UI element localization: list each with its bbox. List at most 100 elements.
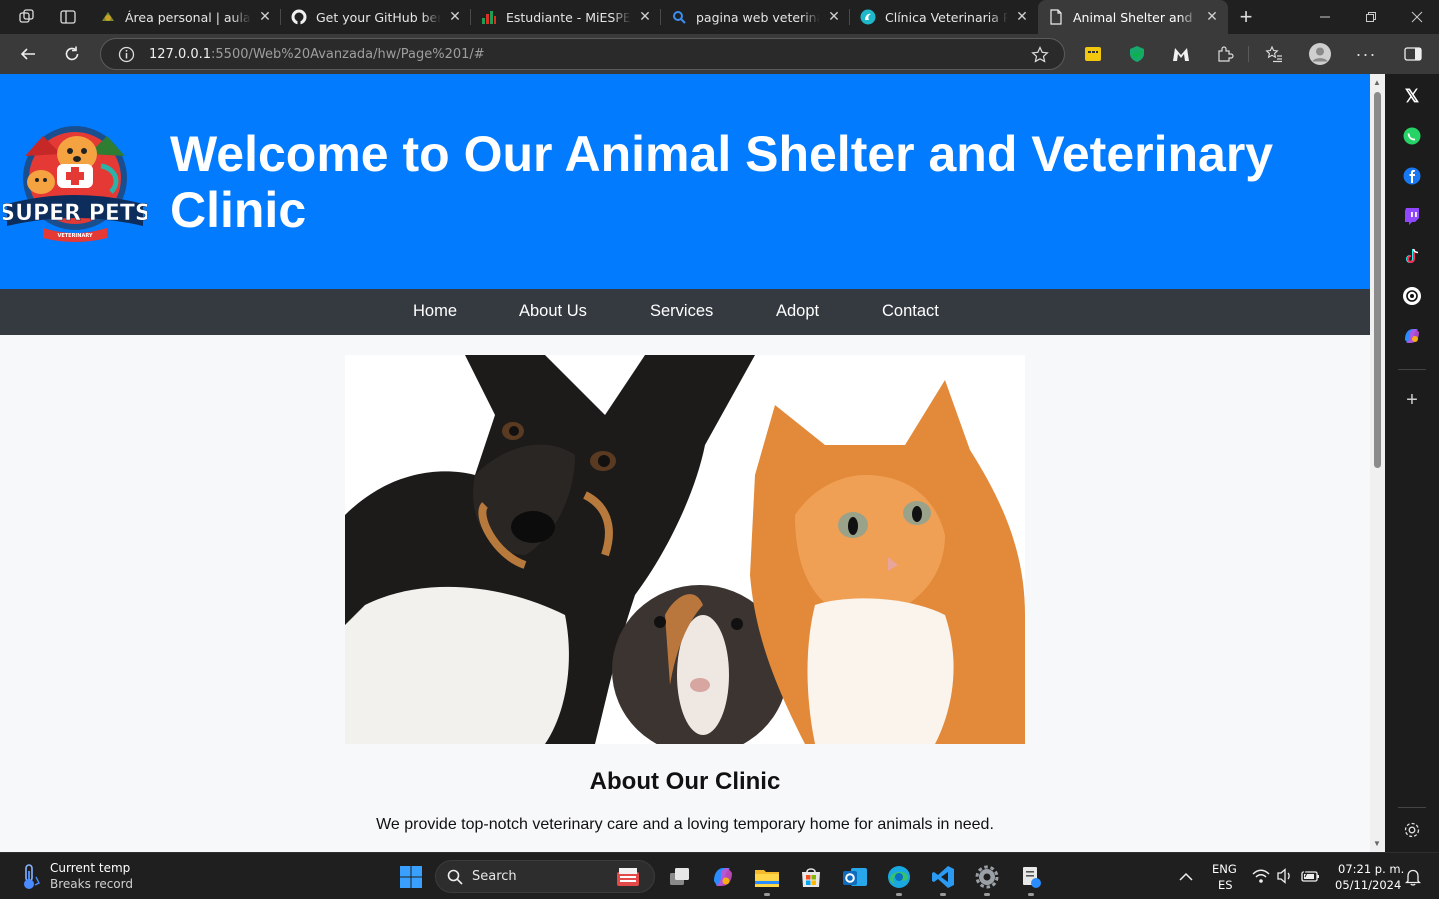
scrollbar-thumb[interactable] <box>1374 92 1381 468</box>
close-icon[interactable]: ✕ <box>826 9 842 25</box>
clock-time[interactable]: 07:21 p. m. <box>1338 862 1404 876</box>
super-pets-logo[interactable]: SUPER PETS VETERINARY <box>0 116 151 251</box>
weather-thermometer-icon[interactable] <box>18 863 42 896</box>
nav-about-us[interactable]: About Us <box>519 302 587 321</box>
hero-image-pets <box>345 355 1025 744</box>
task-app-icon[interactable] <box>1016 862 1046 896</box>
malwarebytes-icon[interactable] <box>1165 39 1197 69</box>
weather-title[interactable]: Current temp <box>50 861 130 875</box>
sidebar-settings-gear-icon[interactable] <box>1398 816 1426 844</box>
language-indicator-bottom[interactable]: ES <box>1218 878 1233 892</box>
extension-notes-icon[interactable] <box>1077 39 1109 69</box>
page-scrollbar[interactable]: ▲ ▼ <box>1370 74 1385 852</box>
tiktok-icon[interactable] <box>1398 242 1426 270</box>
favorites-icon[interactable] <box>1258 39 1290 69</box>
address-bar[interactable]: 127.0.0.1:5500/Web%20Avanzada/hw/Page%20… <box>100 38 1065 70</box>
more-menu-icon[interactable]: ··· <box>1350 39 1382 69</box>
workspaces-icon[interactable] <box>14 5 40 29</box>
restore-icon[interactable] <box>1348 0 1394 34</box>
nav-contact[interactable]: Contact <box>882 302 939 321</box>
taskbar-search-box[interactable]: Search <box>435 860 655 893</box>
file-explorer-icon[interactable] <box>752 862 782 896</box>
sidebar-divider <box>1398 807 1426 808</box>
back-arrow-icon[interactable] <box>12 39 44 69</box>
search-favicon <box>671 9 687 25</box>
tab-title: pagina web veterinaria - Buscar <box>696 9 820 25</box>
sidebar-divider <box>1398 369 1426 370</box>
task-view-icon[interactable] <box>665 862 695 892</box>
running-indicator <box>984 893 990 896</box>
profile-avatar[interactable] <box>1304 39 1336 69</box>
scroll-up-arrow-icon[interactable]: ▲ <box>1373 78 1381 87</box>
weather-subtitle[interactable]: Breaks record <box>50 877 133 891</box>
battery-charging-icon[interactable] <box>1300 868 1320 889</box>
outlook-icon[interactable] <box>840 862 870 892</box>
new-tab-icon[interactable]: + <box>1233 4 1259 29</box>
x-twitter-icon[interactable]: 𝕏 <box>1398 82 1426 110</box>
language-indicator-top[interactable]: ENG <box>1212 862 1237 876</box>
whatsapp-icon[interactable] <box>1398 122 1426 150</box>
tab-title: Animal Shelter and Veterinary Clinic <box>1073 9 1198 25</box>
close-icon[interactable]: ✕ <box>257 9 273 25</box>
copilot-icon[interactable] <box>1398 322 1426 350</box>
search-placeholder: Search <box>472 869 517 884</box>
nav-adopt[interactable]: Adopt <box>776 302 819 321</box>
browser-toolbar: 127.0.0.1:5500/Web%20Avanzada/hw/Page%20… <box>0 34 1439 74</box>
running-indicator <box>764 893 770 896</box>
tab-title: Clínica Veterinaria Pancho <box>885 9 1008 25</box>
vscode-icon[interactable] <box>928 862 958 896</box>
clock-date[interactable]: 05/11/2024 <box>1335 878 1401 892</box>
close-icon[interactable]: ✕ <box>1014 9 1030 25</box>
tab-aula[interactable]: Área personal | aula ✕ <box>90 0 281 34</box>
add-sidebar-app-icon[interactable]: + <box>1398 386 1426 414</box>
tab-clinica[interactable]: Clínica Veterinaria Pancho ✕ <box>850 0 1038 34</box>
url-text: 127.0.0.1:5500/Web%20Avanzada/hw/Page%20… <box>149 47 485 62</box>
nav-home[interactable]: Home <box>413 302 457 321</box>
sidebar-toggle-icon[interactable] <box>1397 39 1429 69</box>
minimize-icon[interactable] <box>1302 0 1348 34</box>
espe-favicon <box>481 9 497 25</box>
tab-actions-icon[interactable] <box>55 5 81 29</box>
running-indicator <box>1028 893 1034 896</box>
tab-miespe[interactable]: Estudiante - MiESPE ✕ <box>471 0 661 34</box>
toolbar-divider <box>1248 46 1249 62</box>
scroll-down-arrow-icon[interactable]: ▼ <box>1373 839 1381 848</box>
close-icon[interactable]: ✕ <box>1204 9 1220 25</box>
site-info-icon[interactable] <box>118 46 135 68</box>
url-host: 127.0.0.1 <box>149 47 212 62</box>
show-hidden-icons-chevron-icon[interactable] <box>1171 862 1201 892</box>
site-header: SUPER PETS VETERINARY Welcome to Our Ani… <box>0 74 1370 289</box>
wifi-icon[interactable] <box>1252 868 1270 889</box>
notification-bell-icon[interactable] <box>1404 868 1422 891</box>
extensions-puzzle-icon[interactable] <box>1209 39 1241 69</box>
favorite-star-icon[interactable] <box>1031 46 1049 69</box>
copilot-taskbar-icon[interactable] <box>708 862 738 892</box>
tab-github[interactable]: Get your GitHub benefits ✕ <box>281 0 471 34</box>
search-highlight-icon <box>614 864 642 895</box>
github-favicon <box>291 9 307 25</box>
facebook-icon[interactable] <box>1398 162 1426 190</box>
close-icon[interactable]: ✕ <box>447 9 463 25</box>
tab-title: Área personal | aula <box>125 9 251 25</box>
chatgpt-icon[interactable] <box>1398 282 1426 310</box>
tab-title: Estudiante - MiESPE <box>506 9 631 25</box>
microsoft-store-icon[interactable] <box>796 862 826 892</box>
nav-services[interactable]: Services <box>650 302 713 321</box>
twitch-icon[interactable] <box>1398 202 1426 230</box>
close-icon[interactable]: ✕ <box>637 9 653 25</box>
edge-browser-icon[interactable] <box>884 862 914 896</box>
edge-sidebar: 𝕏 + <box>1385 74 1439 852</box>
volume-icon[interactable] <box>1276 868 1294 889</box>
running-indicator <box>940 893 946 896</box>
settings-gear-icon[interactable] <box>972 862 1002 896</box>
tab-title: Get your GitHub benefits <box>316 9 441 25</box>
moodle-favicon <box>100 9 116 25</box>
refresh-icon[interactable] <box>56 39 88 69</box>
start-windows-icon[interactable] <box>396 862 426 892</box>
close-window-icon[interactable] <box>1394 0 1439 34</box>
tab-bing-search[interactable]: pagina web veterinaria - Buscar ✕ <box>661 0 850 34</box>
logo-subtext: VETERINARY <box>57 233 92 239</box>
tab-animal-shelter[interactable]: Animal Shelter and Veterinary Clinic ✕ <box>1038 0 1228 34</box>
logo-text: SUPER PETS <box>3 201 147 226</box>
extension-shield-icon[interactable] <box>1121 39 1153 69</box>
